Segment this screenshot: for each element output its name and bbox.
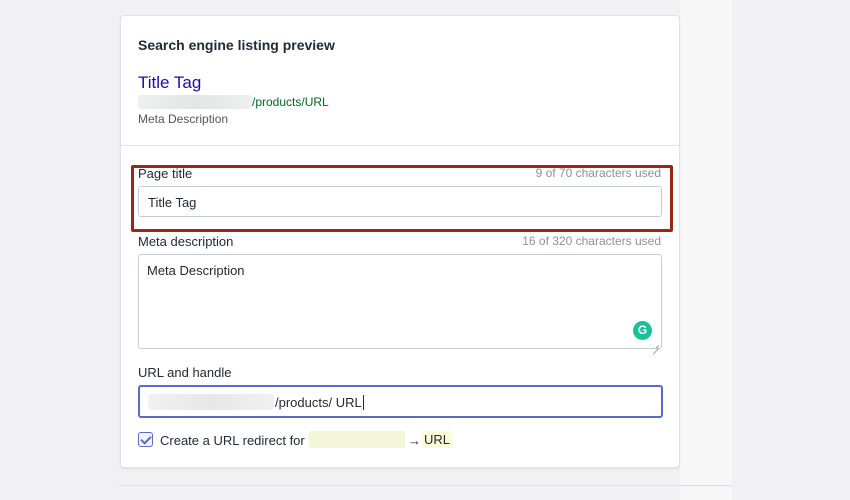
preview-description: Meta Description xyxy=(138,112,229,126)
preview-url: /products/URL xyxy=(252,95,329,109)
preview-title: Title Tag xyxy=(138,73,202,92)
text-caret xyxy=(362,395,364,410)
redirect-target-url: URL xyxy=(422,431,453,448)
redirect-checkbox[interactable] xyxy=(138,432,153,447)
page-title-input[interactable]: Title Tag xyxy=(138,186,662,217)
grammarly-icon[interactable]: G xyxy=(633,321,652,340)
url-domain-redacted xyxy=(148,394,274,410)
bottom-divider xyxy=(118,485,732,486)
redirect-old-url-redacted xyxy=(309,431,405,448)
meta-description-counter: 16 of 320 characters used xyxy=(522,234,661,248)
meta-description-textarea[interactable]: Meta Description xyxy=(138,254,662,349)
resize-handle-icon[interactable] xyxy=(651,341,659,349)
seo-card: Search engine listing preview Title Tag … xyxy=(120,15,680,468)
page-title-label: Page title xyxy=(138,166,193,181)
url-handle-input[interactable]: /products/ URL xyxy=(138,385,663,418)
redirect-arrow: → xyxy=(408,433,421,448)
url-handle-value: /products/ URL xyxy=(275,395,364,410)
preview-url-domain-redacted xyxy=(138,95,252,109)
meta-description-label: Meta description xyxy=(138,234,234,249)
redirect-label: Create a URL redirect for xyxy=(160,433,305,448)
page-background-panel xyxy=(680,0,732,500)
section-title: Search engine listing preview xyxy=(138,37,335,53)
url-handle-label: URL and handle xyxy=(138,365,232,380)
section-divider xyxy=(121,145,679,146)
page-title-counter: 9 of 70 characters used xyxy=(535,166,661,180)
